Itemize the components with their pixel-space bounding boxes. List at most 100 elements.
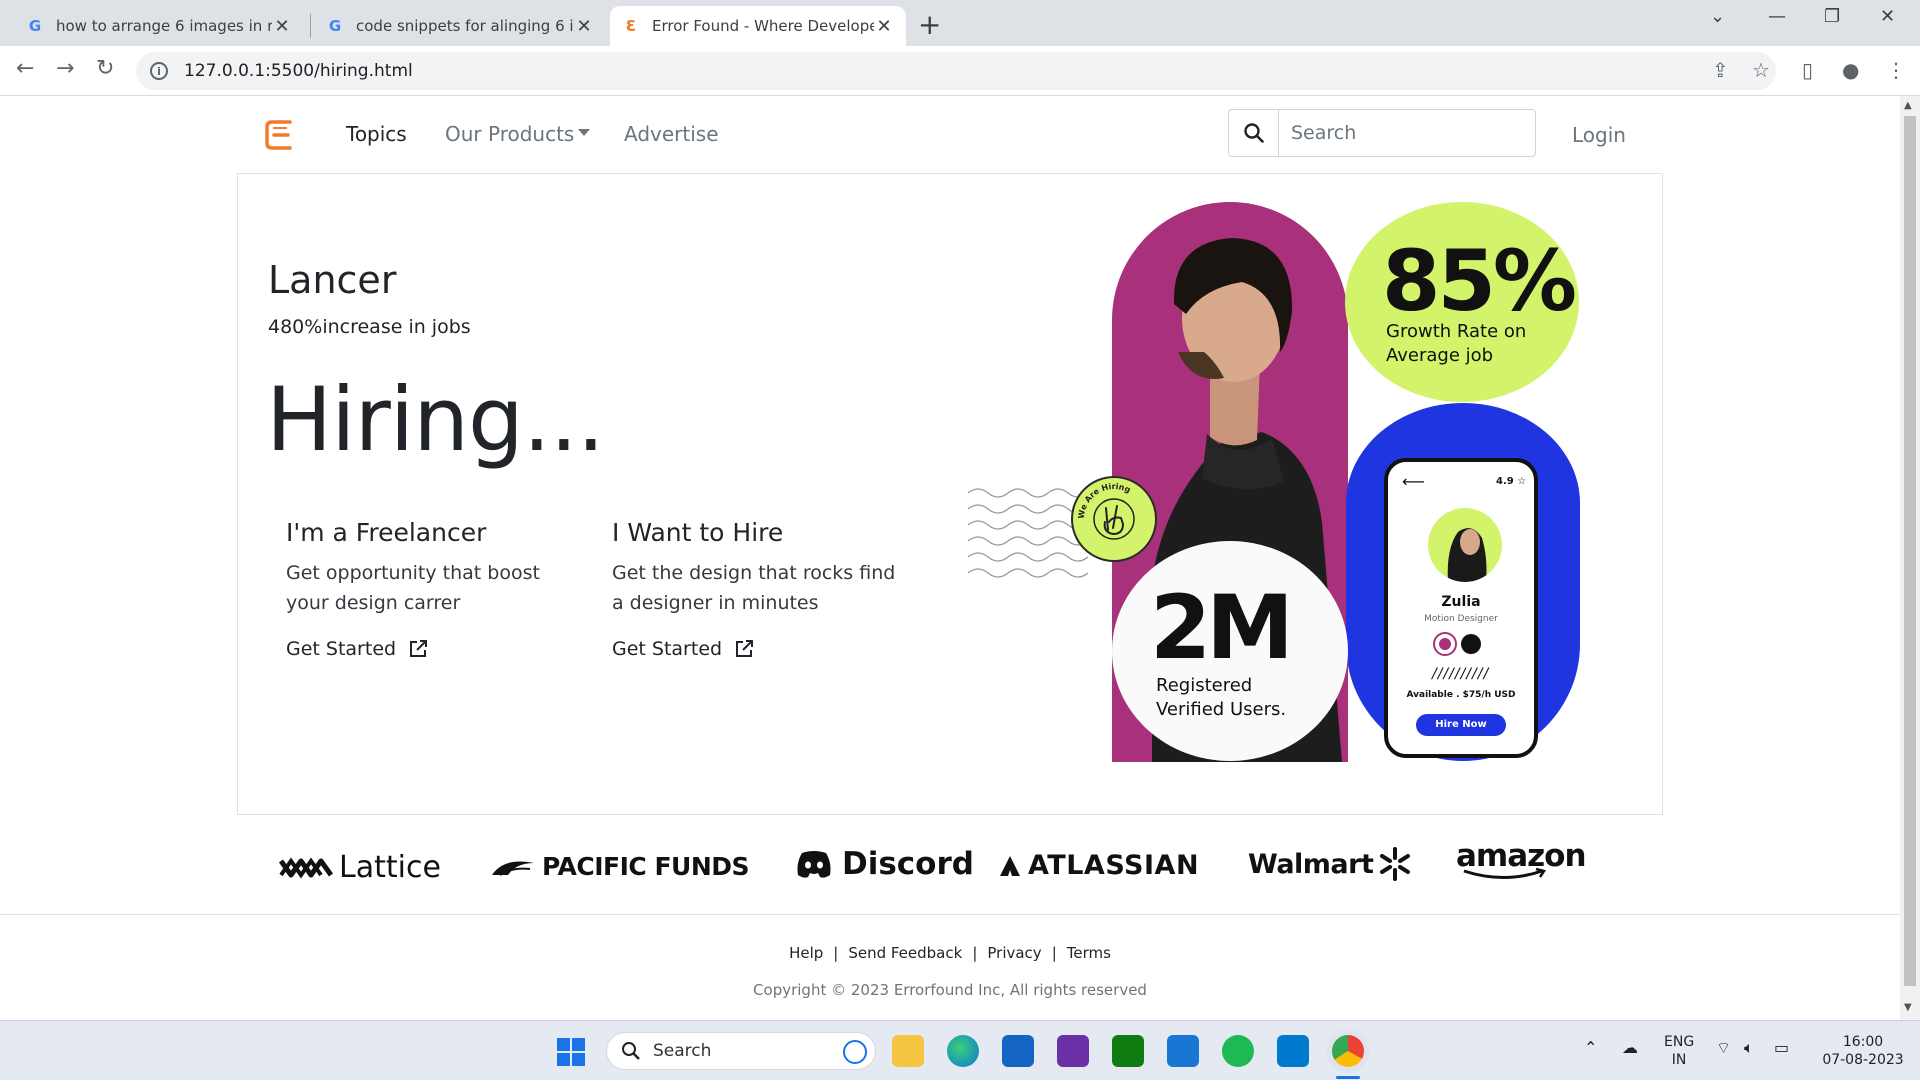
dribbble-icon xyxy=(1435,634,1455,654)
new-tab-button[interactable]: + xyxy=(918,8,941,41)
edge-icon[interactable] xyxy=(947,1035,979,1067)
profile-role: Motion Designer xyxy=(1424,614,1498,624)
volume-icon[interactable]: 🔈︎ xyxy=(1744,1039,1754,1057)
hero-headline: Hiring... xyxy=(266,368,605,471)
hire-now-button: Hire Now xyxy=(1416,714,1506,736)
scroll-up-icon[interactable]: ▲ xyxy=(1904,100,1912,111)
walmart-text: Walmart xyxy=(1248,848,1374,880)
hire-title: I Want to Hire xyxy=(612,518,784,547)
close-tab-icon[interactable]: ✕ xyxy=(574,16,594,37)
share-icon[interactable]: ⇪ xyxy=(1712,58,1729,82)
site-info-icon[interactable]: i xyxy=(150,62,168,80)
nav-our-products[interactable]: Our Products xyxy=(445,122,591,146)
discord-text: Discord xyxy=(842,846,974,882)
divider-slashes: ////////// xyxy=(1432,666,1490,682)
caret-down-icon xyxy=(578,129,591,136)
wifi-icon[interactable]: ⌔ xyxy=(1716,1039,1731,1057)
active-app-indicator xyxy=(1336,1076,1360,1079)
browser-tab-active[interactable]: Ɛ Error Found - Where Developers ✕ xyxy=(610,6,906,46)
reload-icon[interactable]: ↻ xyxy=(96,56,114,81)
side-panel-icon[interactable]: ▯ xyxy=(1802,58,1813,82)
copyright-text: Copyright © 2023 Errorfound Inc, All rig… xyxy=(753,981,1147,999)
phone-mockup: ⟵ 4.9 ☆ Zulia Motion Designer //////////… xyxy=(1384,458,1538,758)
lattice-text: Lattice xyxy=(339,850,441,885)
close-window-icon[interactable]: ✕ xyxy=(1880,6,1895,27)
growth-stat-label: Growth Rate on Average job xyxy=(1386,321,1527,366)
walmart-logo: Walmart xyxy=(1248,846,1413,882)
language-indicator[interactable]: ENG IN xyxy=(1664,1033,1694,1069)
clock[interactable]: 16:00 07-08-2023 xyxy=(1818,1033,1908,1069)
chrome-icon[interactable] xyxy=(1332,1035,1364,1067)
chevron-up-icon[interactable]: ⌃ xyxy=(1584,1039,1597,1057)
clock-time: 16:00 xyxy=(1842,1034,1884,1050)
xbox-icon[interactable] xyxy=(1112,1035,1144,1067)
search-icon[interactable] xyxy=(1229,110,1279,156)
freelancer-get-started-link[interactable]: Get Started xyxy=(286,638,428,660)
get-started-label: Get Started xyxy=(612,638,723,660)
photos-icon[interactable] xyxy=(1057,1035,1089,1067)
peace-hand-icon: We Are Hiring xyxy=(1077,482,1135,540)
we-are-hiring-badge: We Are Hiring xyxy=(1071,476,1157,562)
hire-get-started-link[interactable]: Get Started xyxy=(612,638,754,660)
language-code: ENG xyxy=(1664,1034,1695,1050)
footer-feedback-link[interactable]: Send Feedback xyxy=(848,944,962,962)
errorfound-logo-icon[interactable] xyxy=(264,118,294,152)
pacific-funds-logo: PACIFIC FUNDS xyxy=(490,852,750,881)
tab-title: how to arrange 6 images in row i xyxy=(56,17,272,35)
footer-terms-link[interactable]: Terms xyxy=(1067,944,1111,962)
more-icon xyxy=(1461,634,1481,654)
google-icon: G xyxy=(28,17,42,35)
browser-tab[interactable]: G how to arrange 6 images in row i ✕ xyxy=(14,6,304,46)
external-link-icon xyxy=(410,640,428,657)
nav-our-products-label: Our Products xyxy=(445,122,575,146)
external-link-icon xyxy=(736,640,754,657)
tab-search-icon[interactable]: ⌄ xyxy=(1710,6,1725,27)
mail-icon[interactable] xyxy=(1167,1035,1199,1067)
battery-icon[interactable]: ▭ xyxy=(1774,1039,1789,1057)
restore-icon[interactable]: ❐ xyxy=(1824,6,1840,27)
footer-privacy-link[interactable]: Privacy xyxy=(987,944,1041,962)
windows-start-icon[interactable] xyxy=(556,1037,586,1067)
avatar xyxy=(1428,508,1502,582)
rating-text: 4.9 ☆ xyxy=(1496,476,1527,487)
brand-title: Lancer xyxy=(268,258,397,302)
vscode-icon[interactable] xyxy=(1277,1035,1309,1067)
minimize-icon[interactable]: — xyxy=(1768,6,1786,27)
profile-icon[interactable]: ● xyxy=(1842,58,1859,82)
google-icon: G xyxy=(328,17,342,35)
discord-logo: Discord xyxy=(796,846,974,882)
hero-subtitle: 480%increase in jobs xyxy=(268,316,471,338)
separator: | xyxy=(972,944,978,962)
social-dots xyxy=(1435,634,1481,654)
back-icon[interactable]: ← xyxy=(16,56,34,81)
profile-name: Zulia xyxy=(1441,594,1481,610)
browser-tab[interactable]: G code snippets for alinging 6 imag ✕ xyxy=(314,6,606,46)
nav-topics[interactable]: Topics xyxy=(346,122,407,146)
spotify-icon[interactable] xyxy=(1222,1035,1254,1067)
close-tab-icon[interactable]: ✕ xyxy=(272,16,292,37)
search-input[interactable] xyxy=(1279,110,1535,156)
bookmark-star-icon[interactable]: ☆ xyxy=(1752,58,1770,82)
footer-help-link[interactable]: Help xyxy=(789,944,823,962)
microsoft-store-icon[interactable] xyxy=(1002,1035,1034,1067)
close-tab-icon[interactable]: ✕ xyxy=(874,16,894,37)
taskbar-search-placeholder: Search xyxy=(653,1041,712,1061)
nav-advertise[interactable]: Advertise xyxy=(624,122,719,146)
page-scrollbar[interactable]: ▲ ▼ xyxy=(1900,96,1920,1020)
atlassian-logo: ATLASSIAN xyxy=(998,850,1199,881)
scroll-thumb[interactable] xyxy=(1904,116,1916,986)
forward-icon[interactable]: → xyxy=(56,56,74,81)
availability-text: Available . $75/h USD xyxy=(1406,690,1516,700)
file-explorer-icon[interactable] xyxy=(892,1035,924,1067)
menu-icon[interactable]: ⋮ xyxy=(1886,58,1906,82)
lattice-mark-icon xyxy=(279,857,333,878)
browser-tab-bar: G how to arrange 6 images in row i ✕ G c… xyxy=(0,0,1920,46)
scroll-down-icon[interactable]: ▼ xyxy=(1904,1002,1912,1013)
hire-description: Get the design that rocks find a designe… xyxy=(612,562,896,614)
address-bar[interactable]: i 127.0.0.1:5500/hiring.html xyxy=(136,52,1776,90)
footer-links: Help | Send Feedback | Privacy | Terms xyxy=(0,944,1900,962)
walmart-spark-icon xyxy=(1380,847,1411,881)
onedrive-icon[interactable]: ☁ xyxy=(1622,1039,1638,1057)
taskbar-search[interactable]: Search xyxy=(606,1032,876,1070)
login-link[interactable]: Login xyxy=(1572,123,1626,147)
